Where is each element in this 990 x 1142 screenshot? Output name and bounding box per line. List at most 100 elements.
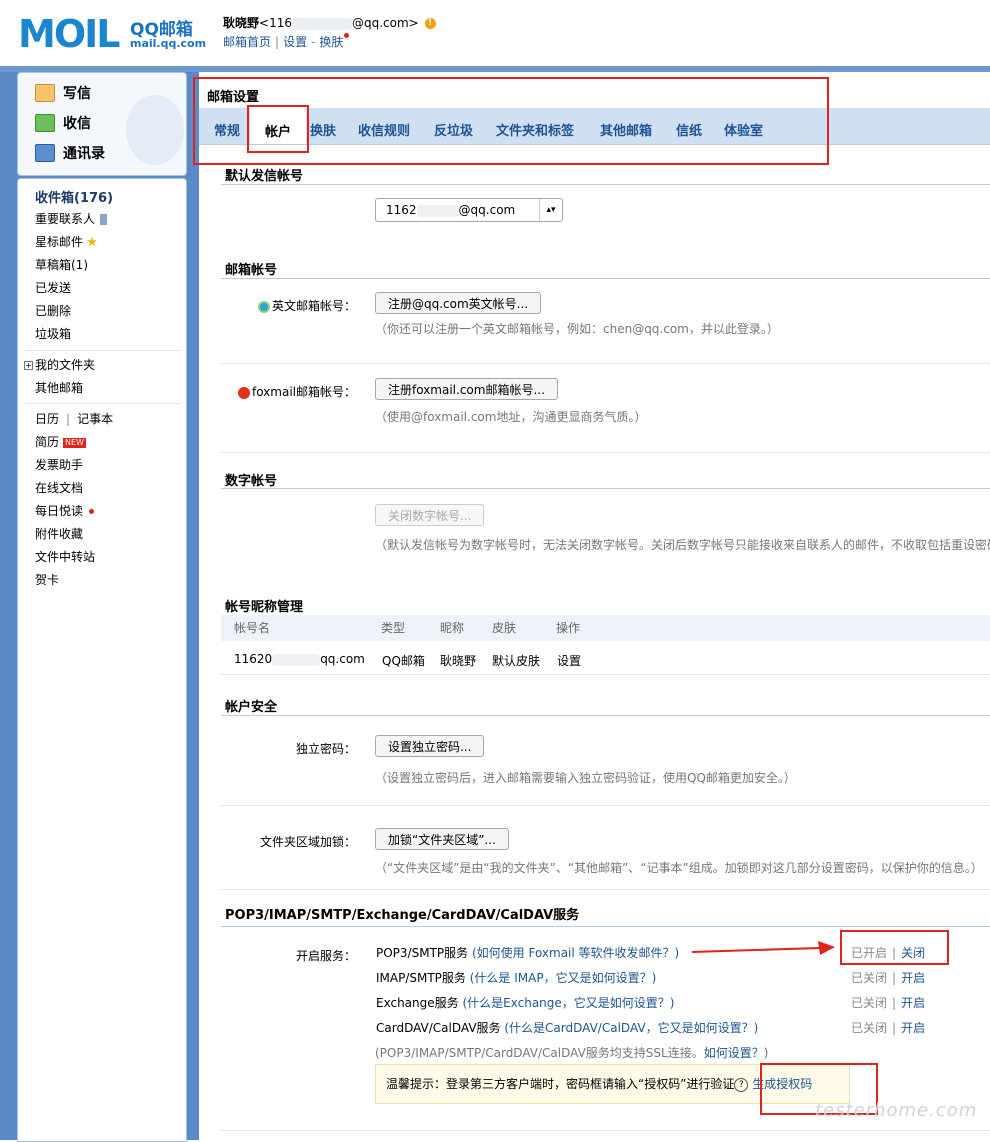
notification-dot — [89, 509, 95, 514]
folder-inbox[interactable]: 收件箱(176) — [35, 187, 113, 206]
divider — [221, 889, 990, 890]
section-account-security: 帐户安全 — [225, 700, 278, 715]
service-exchange-state: 已关闭 | 开启 — [851, 994, 925, 1011]
top-header: MOIL QQ邮箱 mail.qq.com 耿晓野<116 @qq.com>! 邮… — [0, 0, 990, 66]
folder-deleted[interactable]: 已删除 — [35, 302, 71, 320]
folder-lock-hint: （“文件夹区域”是由“我的文件夹”、“其他邮箱”、“记事本”组成。加锁即对这几部… — [375, 861, 983, 875]
divider — [221, 674, 990, 675]
row-account-prefix: 11620 — [234, 652, 273, 666]
enable-carddav-button[interactable]: 开启 — [901, 1021, 925, 1035]
digital-account-hint: （默认发信帐号为数字帐号时，无法关闭数字帐号。关闭后数字帐号只能接收来自联系人的… — [375, 538, 990, 552]
divider — [24, 403, 180, 404]
chevron-updown-icon: ▴▾ — [539, 199, 562, 221]
ssl-help-link[interactable]: 如何设置？ — [704, 1046, 764, 1060]
annotation-arrow — [691, 941, 835, 955]
divider: - — [311, 35, 316, 49]
folder-list: 收件箱(176) 重要联系人 星标邮件 ★ 草稿箱(1) 已发送 已删除 垃圾箱 … — [17, 178, 187, 1142]
skin-link[interactable]: 换肤 — [319, 35, 343, 49]
daily-reading-label[interactable]: 每日悦读 — [35, 504, 83, 518]
foxmail-account-label-text: foxmail邮箱帐号： — [251, 385, 356, 399]
bookmark-icon — [100, 214, 108, 225]
service-status: 已关闭 — [851, 1021, 888, 1035]
settings-link[interactable]: 设置 — [283, 35, 307, 49]
section-mail-accounts: 邮箱帐号 — [225, 263, 278, 278]
compose-label: 写信 — [63, 86, 91, 102]
calendar-notes: 日历 | 记事本 — [35, 410, 113, 428]
default-sender-select[interactable]: 1162 @qq.com ▴▾ — [375, 198, 563, 222]
foxmail-account-label: foxmail邮箱帐号： — [237, 383, 356, 400]
folder-starred[interactable]: 星标邮件 ★ — [35, 233, 98, 251]
logo-mark: MOIL — [18, 12, 120, 56]
divider: | — [892, 971, 897, 985]
service-imap-smtp: IMAP/SMTP服务 (什么是 IMAP，它又是如何设置？) — [376, 969, 656, 986]
divider — [24, 350, 180, 351]
redacted-block — [416, 204, 459, 217]
divider — [221, 278, 990, 279]
my-folders[interactable]: + 我的文件夹 — [24, 356, 95, 374]
annotation-box-account-tab — [247, 105, 309, 153]
enable-exchange-button[interactable]: 开启 — [901, 996, 925, 1010]
independent-password-hint: （设置独立密码后，进入邮箱需要输入独立密码验证，使用QQ邮箱更加安全。） — [375, 771, 796, 785]
invoice-assistant[interactable]: 发票助手 — [35, 456, 83, 474]
service-help-link[interactable]: (什么是 IMAP，它又是如何设置？) — [470, 971, 657, 985]
enable-services-label: 开启服务： — [295, 949, 356, 963]
calendar-link[interactable]: 日历 — [35, 412, 59, 426]
enable-imap-button[interactable]: 开启 — [901, 971, 925, 985]
qq-penguin-icon — [126, 95, 184, 165]
divider: | — [892, 1021, 897, 1035]
new-badge: NEW — [63, 437, 86, 448]
col-type: 类型 — [381, 621, 406, 635]
ssl-hint: (POP3/IMAP/SMTP/CardDAV/CalDAV服务均支持SSL连接… — [375, 1044, 768, 1061]
ssl-hint-text: (POP3/IMAP/SMTP/CardDAV/CalDAV服务均支持SSL连接… — [375, 1046, 704, 1060]
foxmail-icon — [237, 386, 250, 399]
ssl-hint-close: ) — [763, 1046, 769, 1060]
register-english-account-button[interactable]: 注册@qq.com英文帐号... — [375, 292, 542, 314]
contacts-label: 通讯录 — [63, 146, 105, 162]
folder-spam[interactable]: 垃圾箱 — [35, 325, 71, 343]
resume-item[interactable]: 简历 NEW — [35, 433, 86, 451]
service-carddav-state: 已关闭 | 开启 — [851, 1019, 925, 1036]
help-icon[interactable]: ? — [734, 1077, 749, 1092]
user-links: 邮箱首页 | 设置 - 换肤 — [223, 33, 350, 50]
online-docs[interactable]: 在线文档 — [35, 479, 83, 497]
sender-prefix: 1162 — [386, 203, 417, 217]
section-services: POP3/IMAP/SMTP/Exchange/CardDAV/CalDAV服务 — [225, 908, 580, 923]
folder-sent[interactable]: 已发送 — [35, 279, 71, 297]
service-carddav-caldav: CardDAV/CalDAV服务 (什么是CardDAV/CalDAV，它又是如… — [376, 1019, 758, 1036]
row-account-suffix: qq.com — [320, 652, 365, 666]
row-account: 11620 qq.com — [234, 652, 365, 666]
folder-vip[interactable]: 重要联系人 — [35, 210, 108, 228]
folder-starred-label[interactable]: 星标邮件 — [35, 235, 83, 249]
pencil-icon — [35, 84, 55, 102]
set-independent-password-button[interactable]: 设置独立密码... — [375, 735, 485, 757]
my-folders-label[interactable]: 我的文件夹 — [35, 358, 95, 372]
nickname-table-header: 帐号名 类型 昵称 皮肤 操作 — [221, 615, 990, 641]
resume-link[interactable]: 简历 — [35, 435, 59, 449]
notes-link[interactable]: 记事本 — [77, 412, 113, 426]
register-foxmail-account-button[interactable]: 注册foxmail.com邮箱帐号... — [375, 378, 558, 400]
watermark: testerhome.com — [815, 1100, 978, 1121]
service-imap-state: 已关闭 | 开启 — [851, 969, 925, 986]
quick-actions: 写信 收信 通讯录 — [17, 72, 187, 176]
folder-drafts[interactable]: 草稿箱(1) — [35, 256, 88, 274]
greeting-cards[interactable]: 贺卡 — [35, 571, 59, 589]
daily-reading[interactable]: 每日悦读 — [35, 502, 95, 520]
close-digital-account-button[interactable]: 关闭数字帐号... — [375, 504, 485, 526]
file-transfer[interactable]: 文件中转站 — [35, 548, 95, 566]
expand-icon[interactable]: + — [24, 361, 33, 370]
mailbox-home-link[interactable]: 邮箱首页 — [223, 35, 271, 49]
service-help-link[interactable]: (什么是CardDAV/CalDAV，它又是如何设置？) — [504, 1021, 758, 1035]
service-help-link[interactable]: (什么是Exchange，它又是如何设置？) — [462, 996, 674, 1010]
attachment-collection[interactable]: 附件收藏 — [35, 525, 83, 543]
other-mailboxes[interactable]: 其他邮箱 — [35, 379, 83, 397]
warning-icon[interactable]: ! — [424, 18, 436, 29]
service-pop3-smtp: POP3/SMTP服务 (如何使用 Foxmail 等软件收发邮件？) — [376, 944, 679, 961]
folder-vip-label[interactable]: 重要联系人 — [35, 212, 95, 226]
row-settings-link[interactable]: 设置 — [557, 652, 581, 669]
divider: | — [892, 996, 897, 1010]
qq-mail-logo[interactable]: MOIL QQ邮箱 mail.qq.com — [18, 12, 208, 56]
service-exchange: Exchange服务 (什么是Exchange，它又是如何设置？) — [376, 994, 674, 1011]
lock-folder-area-button[interactable]: 加锁“文件夹区域”... — [375, 828, 509, 850]
service-name: IMAP/SMTP服务 — [376, 971, 466, 985]
service-help-link[interactable]: (如何使用 Foxmail 等软件收发邮件？) — [472, 946, 679, 960]
